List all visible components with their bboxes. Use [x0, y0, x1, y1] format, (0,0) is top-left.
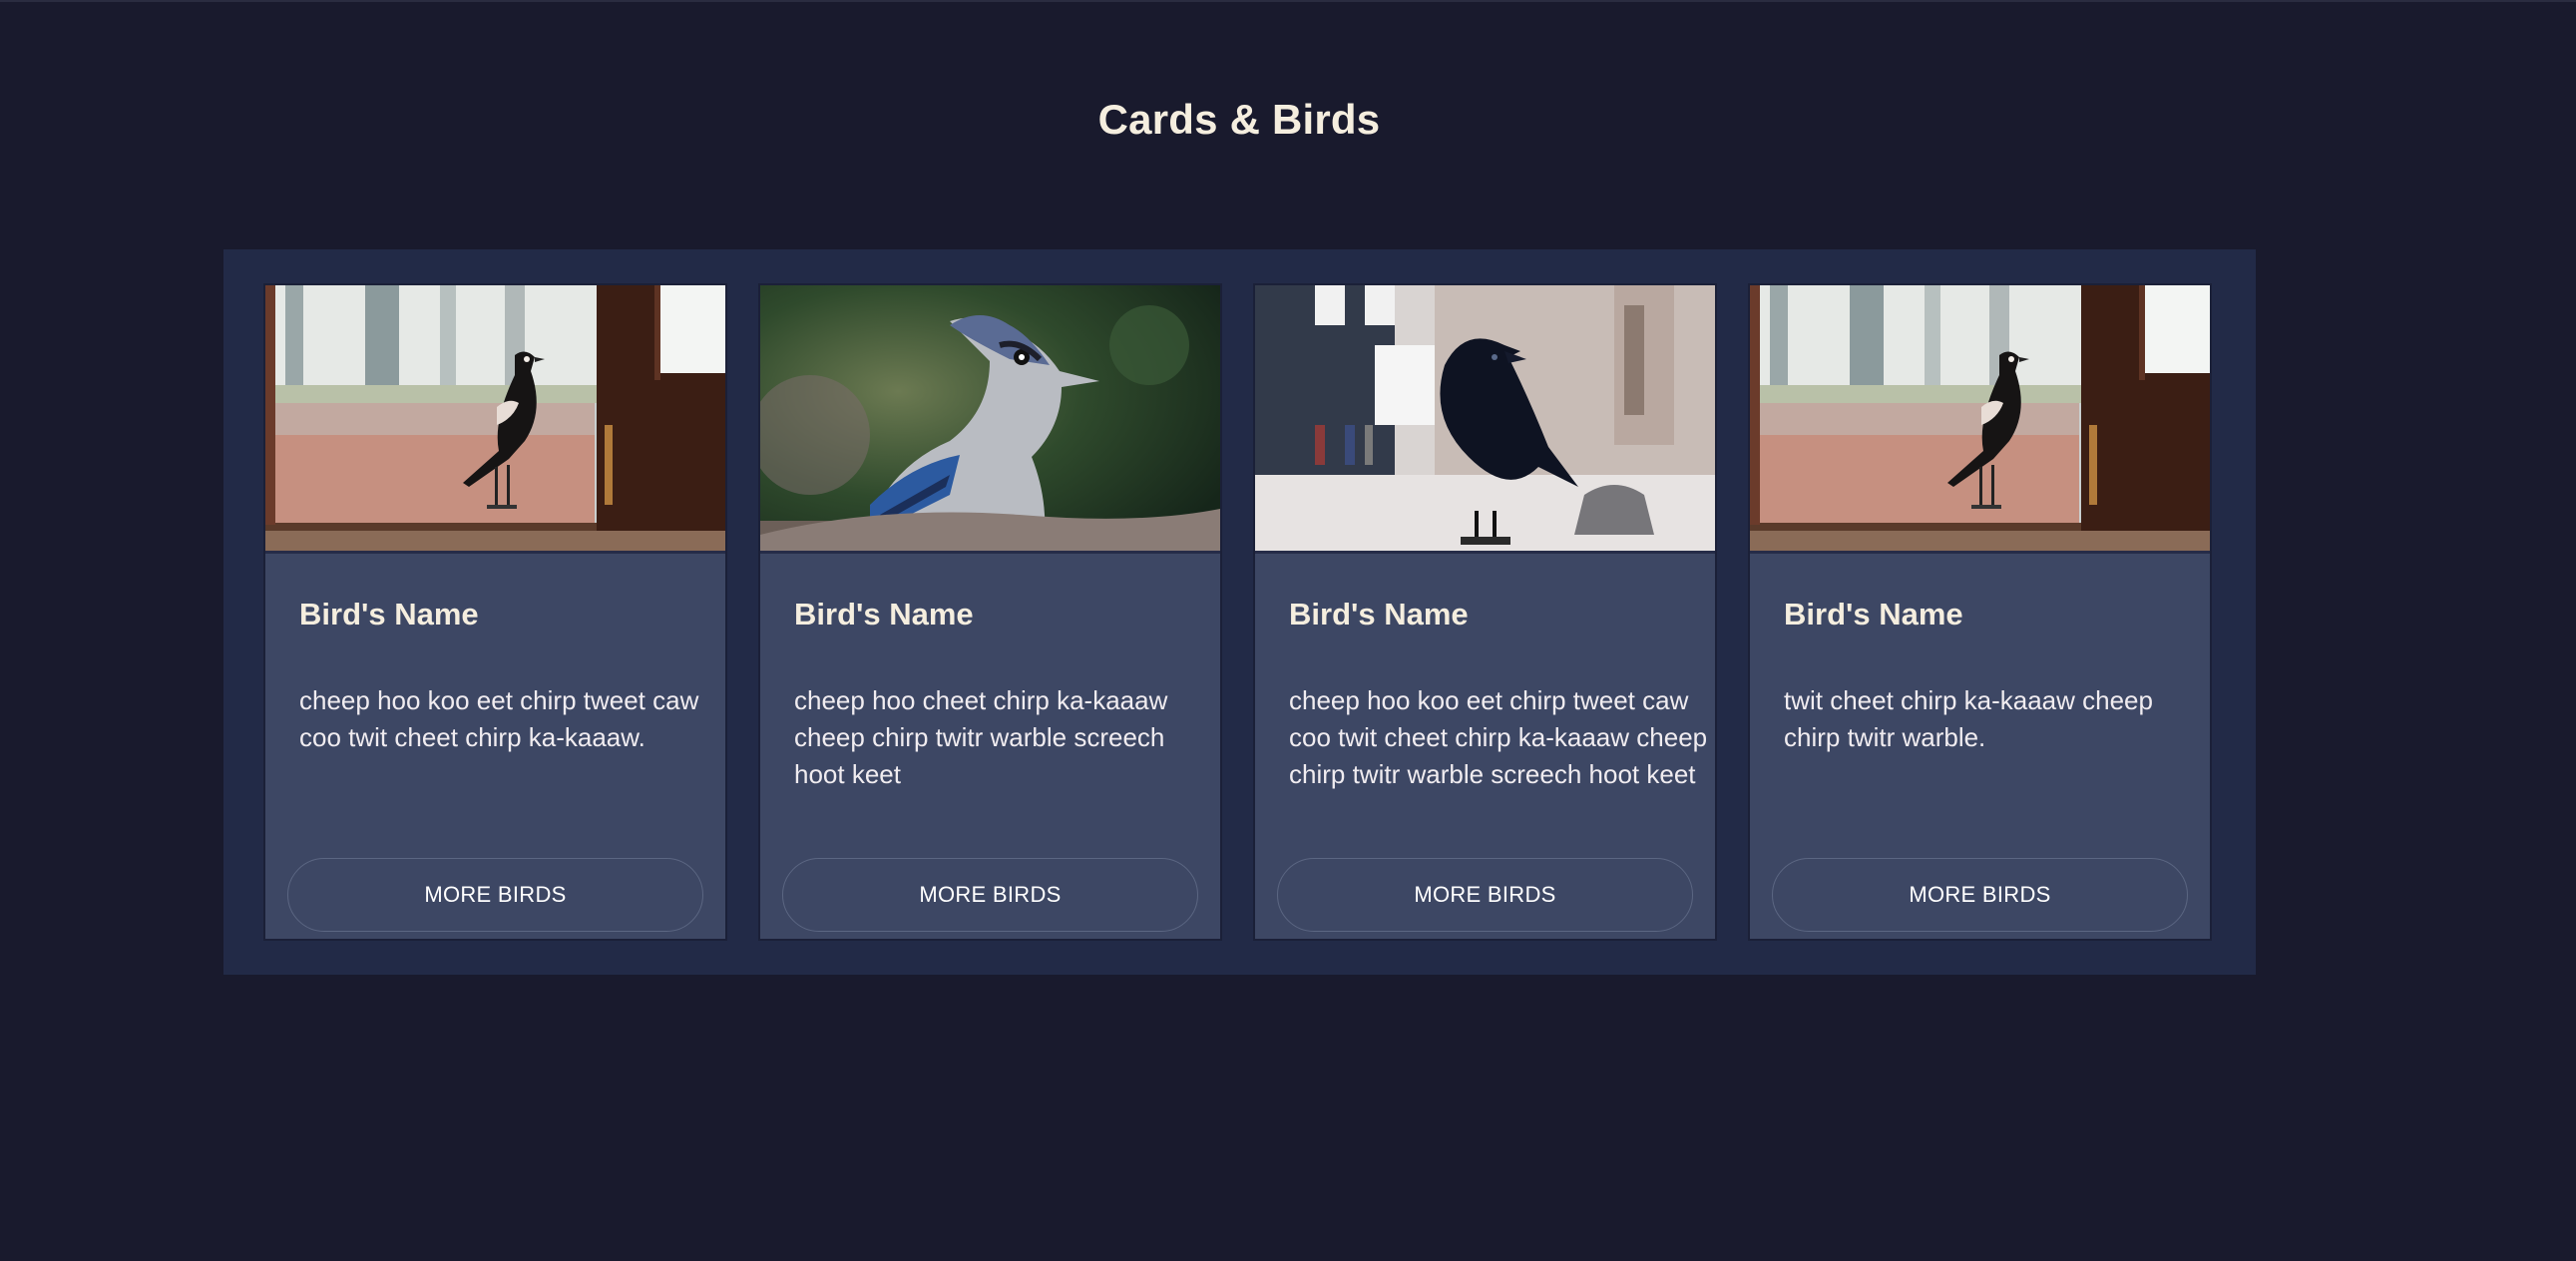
magpie-photo	[265, 285, 725, 554]
card-title: Bird's Name	[299, 597, 479, 631]
card-description: cheep hoo cheet chirp ka-kaaaw cheep chi…	[794, 685, 1168, 789]
blue-jay-photo	[760, 285, 1220, 554]
card-description: cheep hoo koo eet chirp tweet caw coo tw…	[299, 685, 699, 752]
bird-card: Bird's Name twit cheet chirp ka-kaaaw ch…	[1748, 283, 2212, 941]
more-birds-button[interactable]: MORE BIRDS	[1772, 858, 2188, 932]
page-title: Cards & Birds	[1097, 96, 1381, 143]
card-description: twit cheet chirp ka-kaaaw cheep chirp tw…	[1784, 685, 2153, 752]
card-description: cheep hoo koo eet chirp tweet caw coo tw…	[1289, 685, 1708, 789]
cards-container: Bird's Name cheep hoo koo eet chirp twee…	[223, 249, 2256, 975]
top-border-line	[0, 0, 2576, 2]
bird-card: Bird's Name cheep hoo cheet chirp ka-kaa…	[758, 283, 1222, 941]
card-title: Bird's Name	[1289, 597, 1469, 631]
more-birds-button[interactable]: MORE BIRDS	[1277, 858, 1693, 932]
more-birds-button[interactable]: MORE BIRDS	[782, 858, 1198, 932]
magpie-photo	[1750, 285, 2210, 554]
bird-card: Bird's Name cheep hoo koo eet chirp twee…	[263, 283, 727, 941]
bird-card: Bird's Name cheep hoo koo eet chirp twee…	[1253, 283, 1717, 941]
card-title: Bird's Name	[1784, 597, 1963, 631]
card-title: Bird's Name	[794, 597, 974, 631]
crow-photo	[1255, 285, 1715, 554]
more-birds-button[interactable]: MORE BIRDS	[287, 858, 703, 932]
